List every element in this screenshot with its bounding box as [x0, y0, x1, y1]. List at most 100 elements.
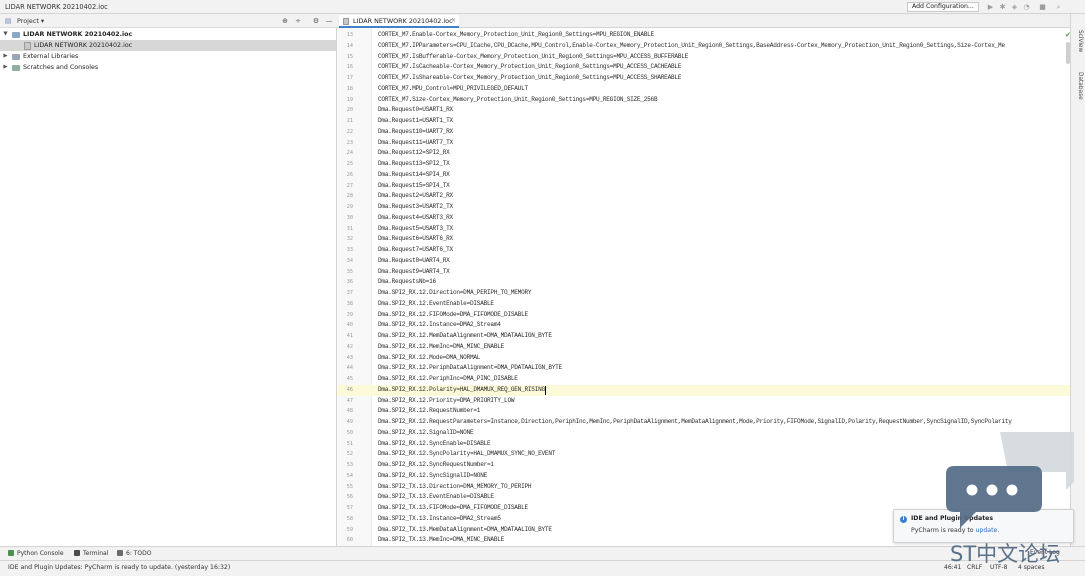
code-text: Dma.SPI2_RX.12.Polarity=HAL_DMAMUX_REQ_G… — [378, 385, 545, 393]
title-bar: LIDAR NETWORK 20210402.ioc Add Configura… — [0, 0, 1085, 14]
tree-item-external-libraries[interactable]: ▶ External Libraries — [0, 51, 336, 62]
coverage-icon[interactable]: ◈ — [1010, 3, 1019, 11]
code-line[interactable]: 22 Dma.Request10=UART7_RX — [337, 127, 1070, 138]
tree-item-ioc-file[interactable]: LIDAR NETWORK 20210402.ioc — [0, 40, 336, 51]
line-number: 19 — [346, 96, 353, 103]
code-line[interactable]: 25 Dma.Request13=SPI2_TX — [337, 159, 1070, 170]
code-text: CORTEX_M7.IPParameters=CPU_ICache,CPU_DC… — [378, 41, 1005, 49]
code-line[interactable]: 28 Dma.Request2=USART2_RX — [337, 191, 1070, 202]
tree-item-project-root[interactable]: ▼ LIDAR NETWORK 20210402.ioc — [0, 29, 336, 40]
editor-tab[interactable]: LIDAR NETWORK 20210402.ioc × — [339, 15, 459, 28]
code-line[interactable]: 55 Dma.SPI2_TX.13.Direction=DMA_MEMORY_TO… — [337, 482, 1070, 493]
code-line[interactable]: 24 Dma.Request12=SPI2_RX — [337, 148, 1070, 159]
debug-icon[interactable]: ✱ — [998, 3, 1007, 11]
line-number: 31 — [346, 225, 353, 232]
add-configuration-button[interactable]: Add Configuration... — [907, 2, 979, 12]
tree-item-scratches[interactable]: ▶ Scratches and Consoles — [0, 62, 336, 73]
code-line[interactable]: 18 CORTEX_M7.MPU_Control=MPU_PRIVILEGED_D… — [337, 84, 1070, 95]
code-line[interactable]: 29 Dma.Request3=USART2_TX — [337, 202, 1070, 213]
update-notification[interactable]: i IDE and Plugin Updates PyCharm is read… — [893, 509, 1074, 543]
gear-icon[interactable]: ⚙ — [311, 16, 321, 26]
code-line[interactable]: 16 CORTEX_M7.IsCacheable-Cortex_Memory_Pr… — [337, 62, 1070, 73]
chevron-down-icon[interactable]: ▼ — [2, 29, 9, 40]
code-line[interactable]: 14 CORTEX_M7.IPParameters=CPU_ICache,CPU_… — [337, 41, 1070, 52]
file-encoding[interactable]: UTF-8 — [990, 564, 1008, 571]
code-line[interactable]: 48 Dma.SPI2_RX.12.RequestNumber=1 — [337, 406, 1070, 417]
line-number: 52 — [346, 451, 353, 458]
code-line[interactable]: 32 Dma.Request6=USART6_RX — [337, 234, 1070, 245]
code-text: Dma.Request5=USART3_TX — [378, 224, 453, 232]
code-line[interactable]: 51 Dma.SPI2_RX.12.SyncEnable=DISABLE — [337, 439, 1070, 450]
code-line[interactable]: 33 Dma.Request7=USART6_TX — [337, 245, 1070, 256]
database-tab[interactable]: Database — [1074, 72, 1083, 100]
collapse-all-icon[interactable]: ÷ — [293, 16, 303, 26]
code-line[interactable]: 20 Dma.Request0=USART1_RX — [337, 105, 1070, 116]
stop-icon[interactable]: ■ — [1038, 3, 1047, 11]
code-line[interactable]: 52 Dma.SPI2_RX.12.SyncPolarity=HAL_DMAMUX… — [337, 449, 1070, 460]
indent-setting[interactable]: 4 spaces — [1018, 564, 1044, 571]
code-line[interactable]: 35 Dma.Request9=UART4_TX — [337, 267, 1070, 278]
line-number: 13 — [346, 32, 353, 38]
code-line[interactable]: 38 Dma.SPI2_RX.12.EventEnable=DISABLE — [337, 299, 1070, 310]
line-number: 28 — [346, 193, 353, 200]
code-line[interactable]: 39 Dma.SPI2_RX.12.FIFOMode=DMA_FIFOMODE_D… — [337, 310, 1070, 321]
code-editor[interactable]: 13 CORTEX_M7.Enable-Cortex_Memory_Protect… — [337, 28, 1070, 546]
code-line[interactable]: 15 CORTEX_M7.IsBufferable-Cortex_Memory_P… — [337, 52, 1070, 63]
code-line[interactable]: 34 Dma.Request8=UART4_RX — [337, 256, 1070, 267]
python-console-tab[interactable]: Python Console — [8, 550, 64, 557]
sciview-tab[interactable]: SciView — [1074, 30, 1083, 52]
code-line[interactable]: 36 Dma.RequestsNb=16 — [337, 277, 1070, 288]
code-line[interactable]: 27 Dma.Request15=SPI4_TX — [337, 181, 1070, 192]
code-text: Dma.SPI2_RX.12.SyncSignalID=NONE — [378, 471, 488, 479]
code-line[interactable]: 19 CORTEX_M7.Size-Cortex_Memory_Protectio… — [337, 95, 1070, 106]
code-line[interactable]: 53 Dma.SPI2_RX.12.SyncRequestNumber=1 — [337, 460, 1070, 471]
chevron-right-icon[interactable]: ▶ — [2, 51, 9, 62]
code-line[interactable]: 31 Dma.Request5=USART3_TX — [337, 224, 1070, 235]
event-log-button[interactable]: Event Log — [1030, 549, 1060, 556]
terminal-tab[interactable]: Terminal — [74, 550, 108, 557]
line-separator[interactable]: CRLF — [967, 564, 982, 571]
profile-icon[interactable]: ◔ — [1022, 3, 1031, 11]
code-line[interactable]: 50 Dma.SPI2_RX.12.SignalID=NONE — [337, 428, 1070, 439]
run-icon[interactable]: ▶ — [986, 3, 995, 11]
line-number: 42 — [346, 343, 353, 350]
chevron-right-icon[interactable]: ▶ — [2, 62, 9, 73]
code-line[interactable]: 46 Dma.SPI2_RX.12.Polarity=HAL_DMAMUX_REQ… — [337, 384, 1070, 396]
code-line[interactable]: 17 CORTEX_M7.IsShareable-Cortex_Memory_Pr… — [337, 73, 1070, 84]
folder-icon — [12, 32, 20, 38]
code-line[interactable]: 44 Dma.SPI2_RX.12.PeriphDataAlignment=DMA… — [337, 363, 1070, 374]
code-line[interactable]: 49 Dma.SPI2_RX.12.RequestParameters=Insta… — [337, 417, 1070, 428]
search-everywhere-icon[interactable]: ⌕ — [1054, 3, 1063, 11]
code-line[interactable]: 40 Dma.SPI2_RX.12.Instance=DMA2_Stream4 — [337, 320, 1070, 331]
code-line[interactable]: 41 Dma.SPI2_RX.12.MemDataAlignment=DMA_MD… — [337, 331, 1070, 342]
todo-tab[interactable]: 6: TODO — [117, 550, 151, 557]
update-link[interactable]: update. — [976, 527, 1000, 534]
code-text: Dma.SPI2_RX.12.PeriphInc=DMA_PINC_DISABL… — [378, 375, 518, 382]
code-line[interactable]: 37 Dma.SPI2_RX.12.Direction=DMA_PERIPH_TO… — [337, 288, 1070, 299]
code-line[interactable]: 23 Dma.Request11=UART7_TX — [337, 138, 1070, 149]
status-message[interactable]: IDE and Plugin Updates: PyCharm is ready… — [8, 564, 230, 571]
close-icon[interactable]: × — [451, 17, 456, 24]
locate-icon[interactable]: ⊕ — [280, 16, 290, 26]
code-line[interactable]: 26 Dma.Request14=SPI4_RX — [337, 170, 1070, 181]
code-line[interactable]: 30 Dma.Request4=USART3_RX — [337, 213, 1070, 224]
caret-position[interactable]: 46:41 — [944, 564, 961, 571]
code-line[interactable]: 21 Dma.Request1=USART1_TX — [337, 116, 1070, 127]
hide-panel-icon[interactable]: — — [324, 16, 334, 26]
line-number: 20 — [346, 107, 353, 114]
project-panel-title[interactable]: Project ▾ — [17, 17, 44, 25]
code-line[interactable]: 13 CORTEX_M7.Enable-Cortex_Memory_Protect… — [337, 30, 1070, 41]
line-number: 33 — [346, 247, 353, 253]
code-line[interactable]: 47 Dma.SPI2_RX.12.Priority=DMA_PRIORITY_L… — [337, 396, 1070, 407]
code-text: Dma.SPI2_RX.12.MemDataAlignment=DMA_MDAT… — [378, 332, 552, 339]
code-line[interactable]: 56 Dma.SPI2_TX.13.EventEnable=DISABLE — [337, 492, 1070, 503]
editor-tab-bar: LIDAR NETWORK 20210402.ioc × — [337, 14, 1070, 28]
code-line[interactable]: 43 Dma.SPI2_RX.12.Mode=DMA_NORMAL — [337, 353, 1070, 364]
line-number: 59 — [346, 526, 353, 533]
line-number: 26 — [346, 171, 353, 178]
code-text: Dma.Request12=SPI2_RX — [378, 149, 450, 157]
code-line[interactable]: 45 Dma.SPI2_RX.12.PeriphInc=DMA_PINC_DISA… — [337, 374, 1070, 385]
code-line[interactable]: 54 Dma.SPI2_RX.12.SyncSignalID=NONE — [337, 471, 1070, 482]
file-icon — [24, 42, 31, 50]
code-line[interactable]: 42 Dma.SPI2_RX.12.MemInc=DMA_MINC_ENABLE — [337, 342, 1070, 353]
